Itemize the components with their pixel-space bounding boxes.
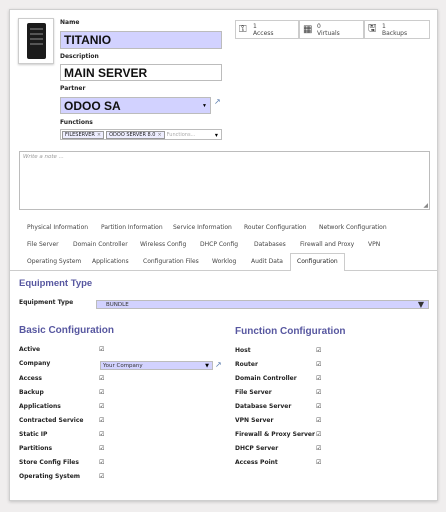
functions-placeholder[interactable]: Functions...: [167, 132, 196, 138]
note-textarea[interactable]: Write a note ... ◢: [19, 151, 430, 210]
name-label: Name: [60, 19, 80, 26]
operating-system-label: Operating System: [19, 473, 81, 480]
company-label: Company: [19, 360, 51, 367]
tab-dhcp-config[interactable]: DHCP Config: [200, 241, 238, 248]
tab-operating-system[interactable]: Operating System: [27, 258, 81, 265]
store-config-files-checkbox[interactable]: ☑: [99, 459, 104, 466]
floppy-icon: 🖫: [368, 23, 377, 34]
basic-configuration-title: Basic Configuration: [19, 325, 115, 336]
external-link-icon[interactable]: ↗: [215, 360, 222, 369]
tab-router-configuration[interactable]: Router Configuration: [244, 224, 306, 231]
file-server-label: File Server: [235, 389, 272, 396]
tab-vpn[interactable]: VPN: [368, 241, 380, 248]
function-configuration-title: Function Configuration: [235, 326, 346, 337]
backups-stat-button[interactable]: 🖫 1 Backups: [364, 20, 430, 39]
equipment-type-label: Equipment Type: [19, 299, 74, 306]
form-sheet: Name TITANIO Description MAIN SERVER Par…: [9, 9, 438, 501]
tab-network-configuration[interactable]: Network Configuration: [319, 224, 387, 231]
router-checkbox[interactable]: ☑: [316, 361, 321, 368]
partner-select[interactable]: ODOO SA ▼: [60, 97, 211, 114]
remove-tag-icon[interactable]: ×: [157, 132, 161, 138]
equipment-type-value: BUNDLE: [106, 301, 129, 308]
name-input[interactable]: TITANIO: [60, 31, 222, 49]
tab-worklog[interactable]: Worklog: [212, 258, 236, 265]
tab-partition-information[interactable]: Partition Information: [101, 224, 163, 231]
access-point-checkbox[interactable]: ☑: [316, 459, 321, 466]
tab-physical-information[interactable]: Physical Information: [27, 224, 88, 231]
vpn-server-label: VPN Server: [235, 417, 274, 424]
chevron-down-icon[interactable]: ▼: [202, 103, 207, 109]
resize-handle-icon[interactable]: ◢: [423, 202, 428, 209]
tab-databases[interactable]: Databases: [254, 241, 286, 248]
server-icon: [27, 23, 46, 59]
description-label: Description: [60, 53, 99, 60]
partner-label: Partner: [60, 85, 86, 92]
access-stat-button[interactable]: ⚿ 1 Access: [235, 20, 299, 39]
external-link-icon[interactable]: ↗: [214, 97, 221, 106]
host-checkbox[interactable]: ☑: [316, 347, 321, 354]
grid-icon: ▦: [303, 24, 313, 35]
tab-file-server[interactable]: File Server: [27, 241, 59, 248]
tab-configuration-files[interactable]: Configuration Files: [143, 258, 199, 265]
firewall-proxy-server-label: Firewall & Proxy Server: [235, 431, 315, 438]
virtuals-stat-button[interactable]: ▦ 0 Virtuals: [299, 20, 364, 39]
access-checkbox[interactable]: ☑: [99, 375, 104, 382]
tab-wireless-config[interactable]: Wireless Config: [140, 241, 186, 248]
static-ip-checkbox[interactable]: ☑: [99, 431, 104, 438]
tab-applications[interactable]: Applications: [92, 258, 129, 265]
key-icon: ⚿: [239, 24, 247, 35]
partner-value: ODOO SA: [64, 98, 121, 113]
tab-service-information[interactable]: Service Information: [173, 224, 232, 231]
database-server-label: Database Server: [235, 403, 292, 410]
database-server-checkbox[interactable]: ☑: [316, 403, 321, 410]
backup-checkbox[interactable]: ☑: [99, 389, 104, 396]
static-ip-label: Static IP: [19, 431, 48, 438]
backup-label: Backup: [19, 389, 44, 396]
equipment-type-select[interactable]: BUNDLE ▼: [96, 300, 429, 309]
chevron-down-icon[interactable]: ▼: [215, 132, 218, 137]
host-label: Host: [235, 347, 251, 354]
functions-many2many[interactable]: FILESERVER × ODOO SERVER 8.0 × Functions..…: [60, 129, 222, 140]
tab-domain-controller[interactable]: Domain Controller: [73, 241, 128, 248]
chevron-down-icon[interactable]: ▼: [205, 363, 209, 369]
dhcp-server-label: DHCP Server: [235, 445, 279, 452]
dhcp-server-checkbox[interactable]: ☑: [316, 445, 321, 452]
tab-configuration[interactable]: Configuration: [290, 253, 345, 271]
router-label: Router: [235, 361, 258, 368]
company-select[interactable]: Your Company ▼: [100, 361, 213, 370]
company-value: Your Company: [103, 362, 143, 369]
applications-checkbox[interactable]: ☑: [99, 403, 104, 410]
tab-audit-data[interactable]: Audit Data: [251, 258, 283, 265]
tab-firewall-and-proxy[interactable]: Firewall and Proxy: [300, 241, 354, 248]
domain-controller-label: Domain Controller: [235, 375, 297, 382]
store-config-files-label: Store Config Files: [19, 459, 79, 466]
partitions-label: Partitions: [19, 445, 53, 452]
remove-tag-icon[interactable]: ×: [97, 132, 101, 138]
file-server-checkbox[interactable]: ☑: [316, 389, 321, 396]
firewall-proxy-server-checkbox[interactable]: ☑: [316, 431, 321, 438]
functions-label: Functions: [60, 119, 93, 126]
access-label: Access: [19, 375, 42, 382]
chevron-down-icon[interactable]: ▼: [418, 301, 424, 309]
equipment-type-title: Equipment Type: [19, 278, 93, 289]
active-label: Active: [19, 346, 41, 353]
contracted-service-checkbox[interactable]: ☑: [99, 417, 104, 424]
description-input[interactable]: MAIN SERVER: [60, 64, 222, 81]
equipment-image[interactable]: [18, 18, 54, 64]
active-checkbox[interactable]: ☑: [99, 346, 104, 353]
domain-controller-checkbox[interactable]: ☑: [316, 375, 321, 382]
access-point-label: Access Point: [235, 459, 278, 466]
note-placeholder: Write a note ...: [23, 154, 64, 160]
applications-label: Applications: [19, 403, 61, 410]
partitions-checkbox[interactable]: ☑: [99, 445, 104, 452]
operating-system-checkbox[interactable]: ☑: [99, 473, 104, 480]
contracted-service-label: Contracted Service: [19, 417, 84, 424]
function-tag: ODOO SERVER 8.0 ×: [106, 130, 165, 139]
vpn-server-checkbox[interactable]: ☑: [316, 417, 321, 424]
tab-divider: [10, 270, 437, 271]
function-tag: FILESERVER ×: [62, 130, 105, 139]
